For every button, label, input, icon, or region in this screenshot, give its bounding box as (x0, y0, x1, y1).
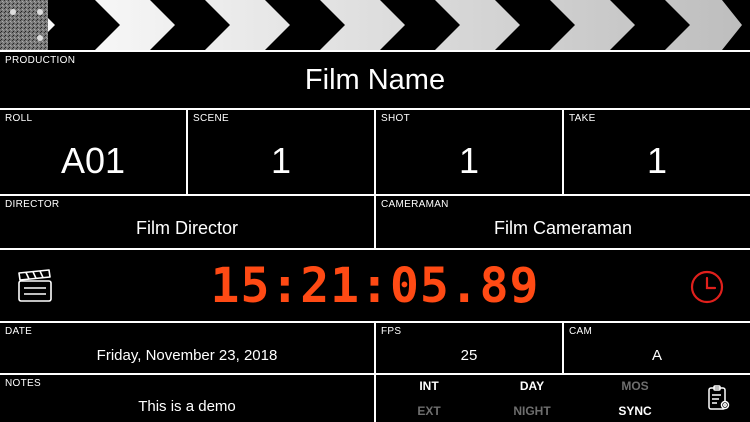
toggle-int[interactable]: INT (394, 379, 464, 393)
notes-label: NOTES (5, 378, 41, 389)
toggle-sync[interactable]: SYNC (600, 404, 670, 418)
scene-toggles: INT DAY MOS EXT NIGHT SYNC (374, 373, 750, 422)
cam-label: CAM (569, 326, 593, 337)
fps-label: FPS (381, 326, 402, 337)
roll-label: ROLL (5, 113, 33, 124)
toggle-night[interactable]: NIGHT (497, 404, 567, 418)
notes-value: This is a demo (138, 398, 236, 415)
hinge-plate (0, 0, 48, 50)
toggle-day[interactable]: DAY (497, 379, 567, 393)
scene-field[interactable]: SCENE 1 (186, 108, 376, 196)
clock-icon[interactable] (688, 268, 726, 306)
scene-label: SCENE (193, 113, 229, 124)
production-field[interactable]: PRODUCTION Film Name (0, 50, 750, 110)
roll-value: A01 (60, 140, 126, 181)
cam-field[interactable]: CAM A (562, 321, 750, 375)
toggle-mos[interactable]: MOS (600, 379, 670, 393)
cameraman-label: CAMERAMAN (381, 199, 449, 210)
scene-value: 1 (270, 140, 292, 181)
take-value: 1 (646, 140, 668, 181)
production-value: Film Name (304, 64, 446, 96)
roll-field[interactable]: ROLL A01 (0, 108, 188, 196)
shot-field[interactable]: SHOT 1 (374, 108, 564, 196)
date-value: Friday, November 23, 2018 (96, 347, 278, 364)
shot-label: SHOT (381, 113, 410, 124)
take-field[interactable]: TAKE 1 (562, 108, 750, 196)
timecode-row: 15:21:05.89 (0, 248, 750, 323)
clapper-stick (0, 0, 750, 50)
cameraman-value: Film Cameraman (493, 218, 633, 238)
clipboard-settings-icon[interactable] (704, 383, 734, 413)
cam-value: A (651, 347, 662, 364)
shot-value: 1 (458, 140, 480, 181)
date-label: DATE (5, 326, 33, 337)
date-field[interactable]: DATE Friday, November 23, 2018 (0, 321, 376, 375)
director-label: DIRECTOR (5, 199, 60, 210)
take-label: TAKE (569, 113, 596, 124)
director-field[interactable]: DIRECTOR Film Director (0, 194, 376, 250)
director-value: Film Director (136, 218, 238, 238)
fps-field[interactable]: FPS 25 (374, 321, 564, 375)
cameraman-field[interactable]: CAMERAMAN Film Cameraman (374, 194, 750, 250)
toggle-ext[interactable]: EXT (394, 404, 464, 418)
fps-value: 25 (460, 347, 478, 364)
notes-field[interactable]: NOTES This is a demo (0, 373, 376, 422)
timecode-display[interactable]: 15:21:05.89 (0, 258, 750, 314)
